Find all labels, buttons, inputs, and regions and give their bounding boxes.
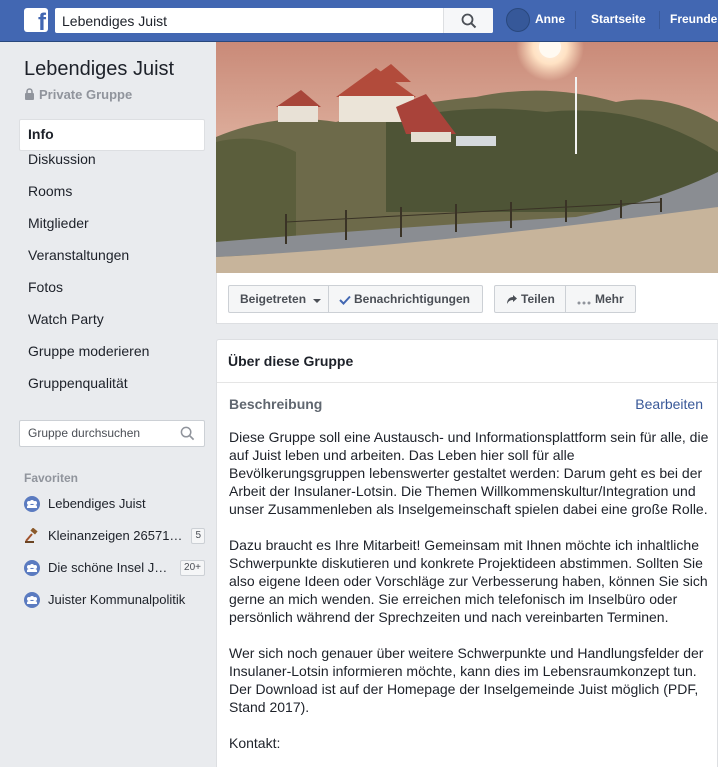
cover-photo[interactable] bbox=[216, 42, 718, 273]
description-paragraph: Kontakt: bbox=[229, 735, 281, 751]
joined-button[interactable]: Beigetreten bbox=[228, 285, 329, 313]
group-search-input[interactable] bbox=[28, 426, 178, 440]
nav-item-rooms[interactable]: Rooms bbox=[19, 183, 205, 215]
search-icon bbox=[461, 13, 477, 29]
caret-down-icon bbox=[313, 299, 322, 303]
share-label: Teilen bbox=[521, 292, 555, 306]
home-link[interactable]: Startseite bbox=[591, 12, 646, 26]
description-paragraph: Wer sich noch genauer über weitere Schwe… bbox=[229, 645, 704, 715]
edit-description-link[interactable]: Bearbeiten bbox=[635, 396, 703, 412]
facebook-logo-icon[interactable]: f bbox=[24, 8, 48, 32]
about-title: Über diese Gruppe bbox=[217, 340, 717, 383]
favorite-label: Lebendiges Juist bbox=[48, 496, 146, 511]
nav-item-moderate[interactable]: Gruppe moderieren bbox=[19, 343, 205, 375]
search-box bbox=[55, 8, 493, 33]
notifications-label: Benachrichtigungen bbox=[354, 292, 471, 306]
favorite-label: Kleinanzeigen 26571… bbox=[48, 528, 183, 543]
more-label: Mehr bbox=[595, 292, 624, 306]
favorite-label: Juister Kommunalpolitik bbox=[48, 592, 186, 607]
favorite-item[interactable]: Kleinanzeigen 26571… 5 bbox=[24, 526, 208, 546]
description-text: Diese Gruppe soll eine Austausch- und In… bbox=[229, 428, 709, 767]
group-search-box bbox=[19, 420, 205, 447]
logo-letter: f bbox=[38, 9, 46, 32]
nav-item-info[interactable]: Info bbox=[19, 119, 205, 151]
notification-count-badge: 5 bbox=[191, 528, 205, 544]
about-group-card: Über diese Gruppe Beschreibung Bearbeite… bbox=[216, 339, 718, 767]
lock-icon bbox=[25, 88, 34, 100]
group-name[interactable]: Lebendiges Juist bbox=[24, 58, 174, 81]
share-button[interactable]: Teilen bbox=[494, 285, 566, 313]
favorite-label: Die schöne Insel J… bbox=[48, 560, 168, 575]
search-button[interactable] bbox=[443, 8, 493, 33]
notifications-button[interactable]: Benachrichtigungen bbox=[328, 285, 483, 313]
favorite-item[interactable]: Die schöne Insel J… 20+ bbox=[24, 558, 208, 578]
people-icon bbox=[24, 496, 40, 512]
more-button[interactable]: Mehr bbox=[565, 285, 636, 313]
description-paragraph: Diese Gruppe soll eine Austausch- und In… bbox=[229, 429, 709, 517]
description-paragraph: Dazu braucht es Ihre Mitarbeit! Gemeinsa… bbox=[229, 537, 708, 625]
notification-count-badge: 20+ bbox=[180, 560, 205, 576]
top-navigation-bar: f Anne Startseite Freunde bbox=[0, 0, 718, 42]
nav-item-members[interactable]: Mitglieder bbox=[19, 215, 205, 247]
search-input[interactable] bbox=[62, 11, 442, 30]
check-icon bbox=[339, 295, 351, 305]
favorite-item[interactable]: Lebendiges Juist bbox=[24, 494, 208, 514]
favorite-item[interactable]: Juister Kommunalpolitik bbox=[24, 590, 208, 610]
user-avatar[interactable] bbox=[506, 8, 530, 32]
joined-label: Beigetreten bbox=[240, 292, 307, 306]
more-icon bbox=[577, 301, 591, 305]
nav-item-discussion[interactable]: Diskussion bbox=[19, 151, 205, 183]
cover-photo-image bbox=[216, 42, 718, 273]
privacy-label: Private Gruppe bbox=[39, 87, 133, 102]
nav-item-watch-party[interactable]: Watch Party bbox=[19, 311, 205, 343]
gavel-icon bbox=[25, 528, 38, 543]
share-icon bbox=[507, 295, 517, 304]
favorites-heading: Favoriten bbox=[24, 471, 79, 485]
friends-link[interactable]: Freunde bbox=[670, 12, 717, 26]
search-icon[interactable] bbox=[180, 426, 195, 441]
nav-item-photos[interactable]: Fotos bbox=[19, 279, 205, 311]
nav-divider bbox=[575, 11, 576, 29]
nav-item-events[interactable]: Veranstaltungen bbox=[19, 247, 205, 279]
people-icon bbox=[24, 592, 40, 608]
people-icon bbox=[24, 560, 40, 576]
nav-item-quality[interactable]: Gruppenqualität bbox=[19, 375, 205, 407]
group-privacy: Private Gruppe bbox=[24, 87, 132, 102]
description-label: Beschreibung bbox=[229, 396, 323, 412]
group-action-bar: Beigetreten Benachrichtigungen Teilen Me… bbox=[216, 273, 718, 324]
profile-link[interactable]: Anne bbox=[535, 12, 565, 26]
nav-divider bbox=[659, 11, 660, 29]
group-navigation: Info Diskussion Rooms Mitglieder Veranst… bbox=[19, 119, 205, 407]
